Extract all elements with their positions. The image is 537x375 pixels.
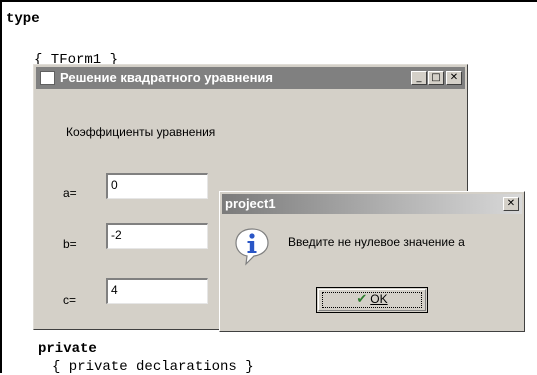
main-window-title: Решение квадратного уравнения — [60, 70, 273, 85]
c-label: c= — [63, 293, 77, 307]
ok-button[interactable]: ✔ OK — [316, 287, 428, 313]
code-line-private: private — [38, 341, 97, 357]
checkmark-icon: ✔ — [356, 292, 368, 307]
editor-left-border — [0, 0, 2, 373]
ok-button-label-wrap: ✔ OK — [317, 292, 427, 307]
a-label: a= — [63, 186, 77, 200]
c-input[interactable]: 4 — [106, 278, 208, 304]
dialog-close-button[interactable]: ✕ — [503, 197, 519, 211]
dialog-message: Введите не нулевое значение а — [288, 235, 465, 249]
window-icon — [40, 71, 55, 85]
editor-top-border — [0, 0, 537, 2]
main-window-titlebar[interactable]: Решение квадратного уравнения _ □ ✕ — [36, 67, 465, 89]
a-input[interactable]: 0 — [106, 173, 208, 199]
maximize-button[interactable]: □ — [428, 71, 444, 85]
message-dialog[interactable]: project1 ✕ Введите не нулевое значение а… — [219, 191, 525, 332]
coefficients-label: Коэффициенты уравнения — [66, 125, 216, 139]
b-label: b= — [63, 237, 77, 251]
ok-button-label: OK — [370, 292, 388, 306]
dialog-title: project1 — [225, 196, 276, 211]
dialog-titlebar[interactable]: project1 ✕ — [222, 194, 522, 214]
code-line-type: type — [6, 11, 40, 27]
b-input[interactable]: -2 — [106, 223, 208, 249]
close-button[interactable]: ✕ — [446, 71, 462, 85]
info-icon — [235, 228, 269, 266]
minimize-button[interactable]: _ — [411, 71, 427, 85]
